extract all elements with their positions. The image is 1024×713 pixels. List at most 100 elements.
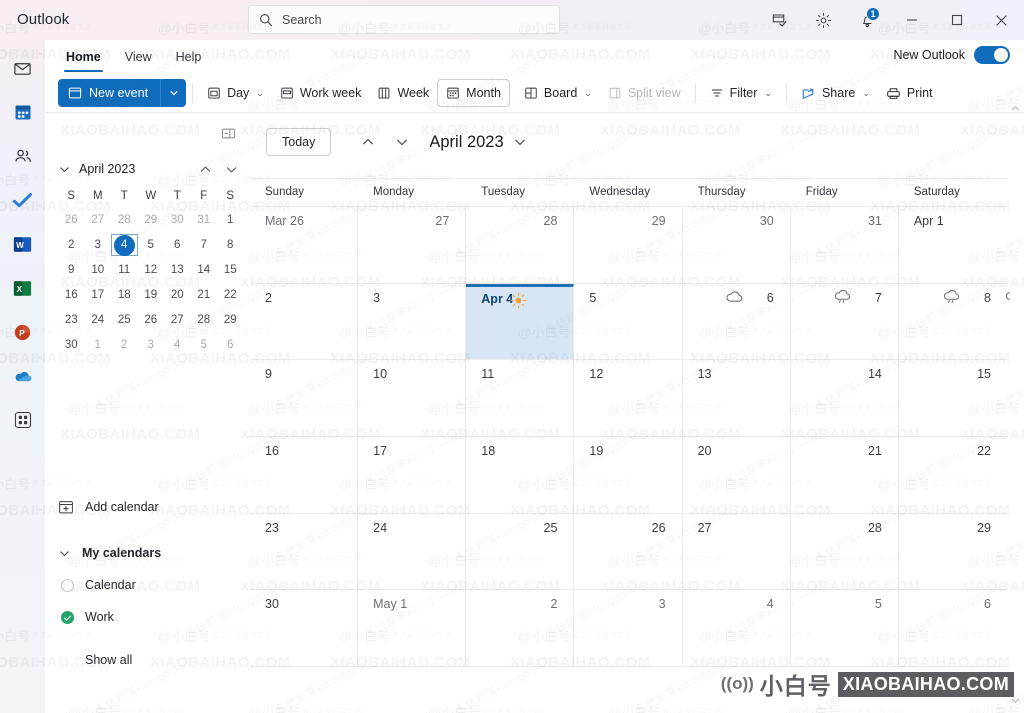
day-cell[interactable]: 14 (790, 360, 899, 437)
rail-item-onedrive[interactable] (7, 360, 39, 392)
mini-day-cell[interactable]: 4 (111, 234, 138, 256)
mini-day-cell[interactable]: 24 (85, 309, 112, 331)
mini-day-cell[interactable]: 15 (217, 259, 244, 281)
mini-day-cell[interactable]: 7 (191, 234, 218, 256)
mini-calendar-grid[interactable]: S M T W T F S 26 27 28 29 30 31 1 2 3 4 5 6 7 8 9 10 11 12 13 14 15… (58, 186, 244, 356)
gear-icon[interactable] (801, 0, 845, 40)
day-cell[interactable]: 23 (250, 513, 359, 591)
mini-day-cell[interactable]: 31 (191, 209, 218, 231)
mini-day-cell[interactable]: 10 (85, 259, 112, 281)
day-cell[interactable]: 2 (250, 283, 359, 361)
day-cell[interactable]: 25 (466, 513, 575, 591)
day-cell[interactable]: 27 (358, 207, 467, 284)
rail-item-powerpoint[interactable]: P (7, 316, 39, 348)
next-period-button[interactable] (387, 128, 417, 156)
mini-day-cell[interactable]: 13 (164, 259, 191, 281)
mini-day-cell[interactable]: 22 (217, 284, 244, 306)
chevron-down-icon[interactable]: ⌄ (256, 88, 264, 99)
day-cell[interactable]: 5 (790, 590, 899, 667)
period-selector[interactable]: April 2023 (429, 133, 526, 152)
tab-home[interactable]: Home (56, 42, 111, 72)
mini-day-cell[interactable]: 17 (85, 284, 112, 306)
calendar-item-calendar[interactable]: Calendar (58, 570, 240, 600)
day-cell-selected[interactable]: Apr 4 (466, 283, 575, 361)
add-calendar-button[interactable]: Add calendar (58, 492, 240, 522)
mini-day-cell[interactable]: 2 (111, 334, 138, 356)
mini-day-cell[interactable]: 30 (164, 209, 191, 231)
rail-item-to-do[interactable] (7, 184, 39, 216)
mini-day-cell[interactable]: 6 (217, 334, 244, 356)
mini-day-cell[interactable]: 26 (58, 209, 85, 231)
day-cell[interactable]: 11 (466, 360, 575, 437)
day-cell[interactable]: 26 (574, 513, 683, 591)
mini-day-cell[interactable]: 1 (217, 209, 244, 231)
month-grid[interactable]: Mar 26 27 28 29 30 31 Apr 1 2 3 Apr 4 5 6 7 8 9 10 11 12 1… (250, 206, 1022, 667)
mini-day-cell[interactable]: 21 (191, 284, 218, 306)
previous-period-button[interactable] (353, 128, 383, 156)
search-input[interactable]: Search (248, 5, 560, 34)
day-cell[interactable]: 5 (574, 283, 683, 361)
day-cell[interactable]: 3 (358, 283, 467, 361)
chevron-down-icon[interactable] (58, 163, 71, 176)
day-cell[interactable]: 12 (574, 360, 683, 437)
mini-day-cell[interactable]: 23 (58, 309, 85, 331)
chevron-down-icon[interactable]: ⌄ (584, 88, 592, 99)
day-cell[interactable]: 28 (466, 207, 575, 284)
mini-day-cell[interactable]: 29 (217, 309, 244, 331)
print-button[interactable]: Print (878, 79, 941, 107)
mini-day-cell[interactable]: 2 (58, 234, 85, 256)
rail-item-excel[interactable]: X (7, 272, 39, 304)
day-cell[interactable]: 8 (898, 283, 1022, 361)
mini-day-cell[interactable]: 28 (111, 209, 138, 231)
mini-day-cell[interactable]: 4 (164, 334, 191, 356)
mini-day-cell[interactable]: 9 (58, 259, 85, 281)
mini-day-cell[interactable]: 20 (164, 284, 191, 306)
mini-day-cell[interactable]: 5 (191, 334, 218, 356)
vertical-scrollbar[interactable] (1010, 105, 1024, 713)
day-cell[interactable]: 29 (898, 513, 1007, 591)
mini-day-cell[interactable]: 29 (138, 209, 165, 231)
day-cell[interactable]: 19 (574, 436, 683, 514)
mini-day-cell[interactable]: 27 (164, 309, 191, 331)
mini-day-cell[interactable]: 1 (85, 334, 112, 356)
tab-view[interactable]: View (115, 42, 162, 72)
day-cell[interactable]: Apr 1 (898, 207, 1007, 284)
new-outlook-switch[interactable]: New Outlook (893, 46, 1010, 64)
scroll-up-icon[interactable] (1010, 103, 1020, 113)
mini-day-cell[interactable]: 3 (138, 334, 165, 356)
next-month-icon[interactable] (225, 163, 238, 176)
mini-day-cell[interactable]: 27 (85, 209, 112, 231)
chevron-down-icon[interactable]: ⌄ (764, 88, 772, 99)
mini-day-cell[interactable]: 8 (217, 234, 244, 256)
calendar-item-work[interactable]: Work (58, 602, 240, 632)
mini-day-cell[interactable]: 30 (58, 334, 85, 356)
mini-day-cell[interactable]: 3 (85, 234, 112, 256)
mini-day-cell[interactable]: 16 (58, 284, 85, 306)
mini-day-cell[interactable]: 14 (191, 259, 218, 281)
view-button-board[interactable]: Board ⌄ (516, 79, 600, 107)
calendar-color-checkbox[interactable] (61, 578, 74, 592)
previous-month-icon[interactable] (199, 163, 212, 176)
tab-help[interactable]: Help (166, 42, 212, 72)
maximize-button[interactable] (934, 0, 979, 40)
rail-item-calendar[interactable] (7, 96, 39, 128)
rail-item-word[interactable]: W (7, 228, 39, 260)
day-cell[interactable]: 31 (790, 207, 899, 284)
day-cell[interactable]: 29 (574, 207, 683, 284)
day-cell[interactable]: 13 (682, 360, 791, 437)
bell-icon[interactable]: 1 (845, 0, 889, 40)
mini-day-cell[interactable]: 28 (191, 309, 218, 331)
share-button[interactable]: Share ⌄ (793, 79, 878, 107)
rail-item-apps[interactable] (7, 404, 39, 436)
new-outlook-toggle[interactable] (974, 46, 1010, 64)
chevron-down-icon[interactable] (513, 135, 527, 149)
minimize-button[interactable] (889, 0, 934, 40)
close-button[interactable] (979, 0, 1024, 40)
day-cell[interactable]: 15 (898, 360, 1007, 437)
day-cell[interactable]: 10 (358, 360, 467, 437)
show-all-link[interactable]: Show all (58, 645, 240, 675)
view-button-work-week[interactable]: Work week (272, 79, 370, 107)
rail-item-mail[interactable] (7, 52, 39, 84)
new-event-button[interactable]: New event (58, 79, 161, 107)
note-check-icon[interactable] (757, 0, 801, 40)
